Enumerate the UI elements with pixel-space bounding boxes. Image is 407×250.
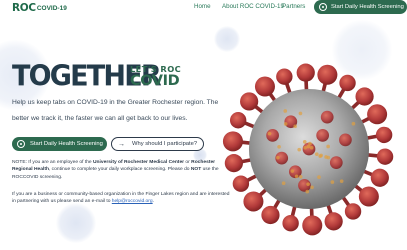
arrow-right-icon: → [118, 141, 125, 148]
logo-covid-text: COVID-19 [37, 5, 67, 12]
site-header: ROC COVID-19 Home About ROC COVID-19 Par… [0, 0, 407, 18]
partner-period: . [153, 199, 154, 204]
user-icon [319, 3, 327, 11]
note-prefix: NOTE: If you are an employee of the [12, 160, 93, 165]
nav-about[interactable]: About ROC COVID-19 [222, 3, 284, 10]
header-start-screening-label: Start Daily Health Screening [331, 4, 404, 10]
employee-note: NOTE: If you are an employee of the Univ… [12, 159, 232, 181]
note-mid: , continue to complete your daily workpl… [49, 167, 191, 172]
lets-roc-text: LET'S ROC [130, 65, 181, 73]
decorative-virus-top [214, 26, 240, 52]
email-link[interactable]: help@roccovid.org [112, 199, 153, 204]
start-screening-button[interactable]: Start Daily Health Screening [12, 137, 107, 151]
why-participate-button[interactable]: → Why should I participate? [111, 137, 204, 151]
partner-note: If you are a business or community-based… [12, 191, 232, 206]
decorative-virus-bottom [56, 203, 96, 243]
user-icon [17, 140, 25, 148]
header-start-screening-button[interactable]: Start Daily Health Screening [314, 0, 407, 14]
roc-covid-logo[interactable]: ROC COVID-19 [12, 2, 67, 14]
intro-paragraph-line-1: Help us keep tabs on COVID-19 in the Gre… [12, 99, 218, 106]
intro-paragraph-line-2: better we track it, the faster we can al… [12, 115, 187, 122]
start-screening-label: Start Daily Health Screening [30, 141, 103, 147]
note-urmc: University of Rochester Medical Center [93, 160, 184, 165]
why-participate-label: Why should I participate? [132, 141, 197, 147]
logo-roc-text: ROC [12, 2, 36, 14]
note-not: NOT [191, 167, 201, 172]
lets-roc-covid: LET'S ROC COVID [130, 65, 181, 89]
nav-home[interactable]: Home [194, 3, 211, 10]
covid-text: COVID [130, 74, 181, 89]
nav-partners[interactable]: Partners [282, 3, 305, 10]
coronavirus-illustration [218, 58, 400, 240]
